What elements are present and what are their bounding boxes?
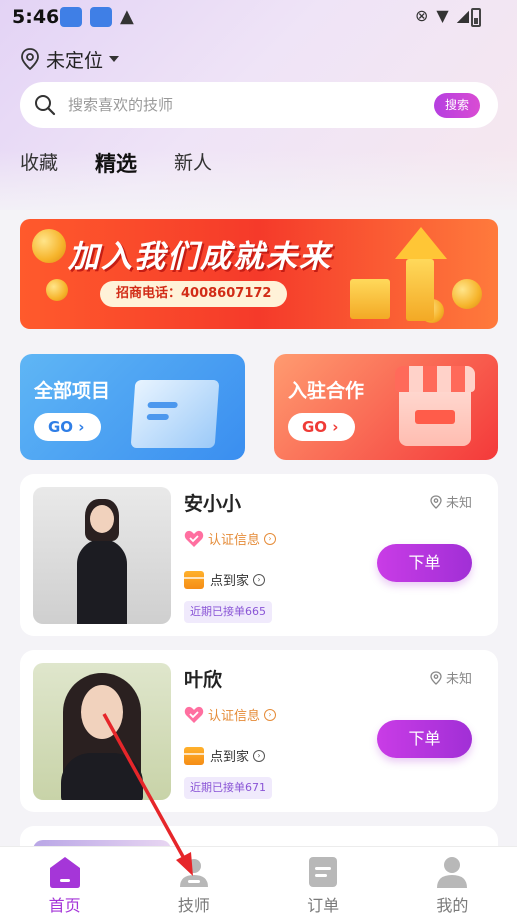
status-time: 5:46 xyxy=(12,6,60,28)
category-tabs: 收藏 精选 新人 xyxy=(20,148,249,178)
orders-icon xyxy=(309,857,338,887)
box-icon xyxy=(184,746,204,765)
location-label: 未定位 xyxy=(46,49,104,72)
home-service: 点到家 › xyxy=(184,570,266,589)
technician-photo[interactable] xyxy=(33,663,171,800)
box-icon xyxy=(184,570,204,589)
app-notification-icon xyxy=(90,7,112,27)
service-label: 点到家 xyxy=(210,750,250,765)
chevron-down-icon xyxy=(109,56,120,62)
go-button[interactable]: GO › xyxy=(288,413,355,441)
technician-location: 未知 xyxy=(430,668,472,687)
location-pin-icon xyxy=(21,48,39,70)
technician-location: 未知 xyxy=(430,492,472,511)
card-title: 全部项目 xyxy=(34,380,111,402)
verify-info[interactable]: 认证信息 › xyxy=(184,705,277,724)
banner-title: 加入我们成就未来 xyxy=(68,239,332,275)
recent-orders-badge: 近期已接单665 xyxy=(184,601,272,623)
nav-profile[interactable]: 我的 xyxy=(388,847,517,919)
order-button[interactable]: 下单 xyxy=(377,544,472,582)
search-bar[interactable]: 搜索 xyxy=(20,82,498,128)
nav-label: 我的 xyxy=(436,896,469,915)
service-label: 点到家 xyxy=(210,574,250,589)
nav-label: 首页 xyxy=(48,896,81,915)
home-icon xyxy=(49,857,80,888)
go-label: GO xyxy=(48,418,74,436)
folder-icon xyxy=(130,380,220,448)
technician-card[interactable]: 叶欣 未知 认证信息 › 点到家 › 近期已接单671 下单 xyxy=(20,650,498,812)
location-text: 未知 xyxy=(445,672,472,687)
location-text: 未知 xyxy=(445,496,472,511)
android-icon: ▲ xyxy=(120,6,134,27)
coin-icon xyxy=(452,279,482,309)
verify-label: 认证信息 xyxy=(208,709,261,724)
nav-label: 订单 xyxy=(307,896,340,915)
order-button[interactable]: 下单 xyxy=(377,720,472,758)
profile-icon xyxy=(437,857,468,888)
heart-badge-icon xyxy=(184,706,204,723)
location-pin-icon xyxy=(430,670,442,685)
recent-orders-badge: 近期已接单671 xyxy=(184,777,272,799)
app-notification-icon xyxy=(60,7,82,27)
join-partner-card[interactable]: 入驻合作 GO › xyxy=(274,354,498,460)
battery-icon xyxy=(471,8,481,27)
heart-badge-icon xyxy=(184,530,204,547)
arrow-right-circle-icon: › xyxy=(253,573,266,586)
go-button[interactable]: GO › xyxy=(34,413,101,441)
arrow-up-icon xyxy=(395,227,447,259)
technician-card[interactable]: 安小小 未知 认证信息 › 点到家 › 近期已接单665 下单 xyxy=(20,474,498,636)
status-bar: 5:46 ▲ ⊗▼◢ xyxy=(0,0,517,36)
gold-bar-icon xyxy=(406,259,434,321)
arrow-right-circle-icon: › xyxy=(264,708,277,721)
verify-label: 认证信息 xyxy=(208,533,261,548)
tab-favorites[interactable]: 收藏 xyxy=(20,148,58,178)
arrow-right-circle-icon: › xyxy=(264,532,277,545)
banner-phone: 招商电话：4008607172 xyxy=(100,281,288,307)
search-input[interactable] xyxy=(68,96,418,114)
arrow-right-circle-icon: › xyxy=(253,749,266,762)
go-label: GO xyxy=(302,418,328,436)
coin-icon xyxy=(32,229,66,263)
technician-icon xyxy=(179,859,208,887)
location-pin-icon xyxy=(430,494,442,509)
bottom-nav: 首页 技师 订单 我的 xyxy=(0,846,517,919)
location-selector[interactable]: 未定位 xyxy=(20,46,120,72)
search-icon xyxy=(35,95,56,116)
tab-featured[interactable]: 精选 xyxy=(95,148,137,178)
promo-banner[interactable]: 加入我们成就未来 招商电话：4008607172 xyxy=(20,219,498,329)
technician-name: 安小小 xyxy=(184,493,242,515)
nav-home[interactable]: 首页 xyxy=(0,847,129,919)
all-projects-card[interactable]: 全部项目 GO › xyxy=(20,354,245,460)
nav-orders[interactable]: 订单 xyxy=(259,847,388,919)
technician-name: 叶欣 xyxy=(184,669,223,691)
technician-photo[interactable] xyxy=(33,487,171,624)
verify-info[interactable]: 认证信息 › xyxy=(184,529,277,548)
tab-new[interactable]: 新人 xyxy=(174,148,212,178)
signal-icons: ⊗▼◢ xyxy=(414,6,477,25)
coin-icon xyxy=(46,279,68,301)
home-service: 点到家 › xyxy=(184,746,266,765)
search-button[interactable]: 搜索 xyxy=(434,93,480,118)
nav-technicians[interactable]: 技师 xyxy=(129,847,258,919)
gold-bar-icon xyxy=(350,279,390,319)
card-title: 入驻合作 xyxy=(288,380,365,402)
shop-icon xyxy=(395,366,475,446)
nav-label: 技师 xyxy=(177,896,210,915)
